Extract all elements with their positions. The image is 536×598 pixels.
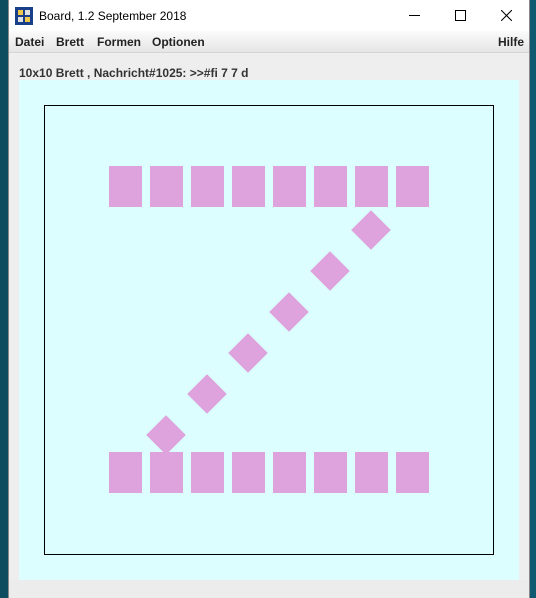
menu-bar: Datei Brett Formen Optionen Hilfe: [9, 31, 529, 53]
menu-formen[interactable]: Formen: [97, 35, 141, 49]
board-square-top-5[interactable]: [273, 166, 306, 207]
menu-hilfe[interactable]: Hilfe: [498, 35, 524, 49]
maximize-button[interactable]: [437, 0, 483, 31]
board-diamond-3[interactable]: [269, 292, 309, 332]
board-square-bottom-5[interactable]: [273, 452, 306, 493]
board-square-bottom-2[interactable]: [150, 452, 183, 493]
board-panel: [19, 80, 519, 580]
board-diamond-1[interactable]: [351, 210, 391, 250]
menu-optionen[interactable]: Optionen: [152, 35, 205, 49]
status-message: 10x10 Brett , Nachricht#1025: >>#fi 7 7 …: [19, 66, 249, 80]
window-title: Board, 1.2 September 2018: [39, 8, 187, 23]
board-square-top-1[interactable]: [109, 166, 142, 207]
board-diamond-4[interactable]: [228, 333, 268, 373]
board-square-bottom-6[interactable]: [314, 452, 347, 493]
board-square-top-8[interactable]: [396, 166, 429, 207]
minimize-button[interactable]: [391, 0, 437, 31]
board-diamond-6[interactable]: [146, 415, 186, 455]
board-square-top-3[interactable]: [191, 166, 224, 207]
menu-brett[interactable]: Brett: [56, 35, 84, 49]
board-diamond-5[interactable]: [187, 374, 227, 414]
content-area: 10x10 Brett , Nachricht#1025: >>#fi 7 7 …: [9, 54, 529, 598]
board-square-top-2[interactable]: [150, 166, 183, 207]
board-window: Board, 1.2 September 2018 Datei Brett Fo…: [8, 0, 530, 598]
board-diamond-2[interactable]: [310, 251, 350, 291]
board-square-top-4[interactable]: [232, 166, 265, 207]
minimize-icon: [408, 15, 420, 16]
board-app-icon: [15, 6, 33, 25]
window-controls: [391, 0, 529, 31]
board-square-bottom-4[interactable]: [232, 452, 265, 493]
window-bottom-edge: [9, 580, 529, 598]
board-square-bottom-8[interactable]: [396, 452, 429, 493]
board-square-bottom-1[interactable]: [109, 452, 142, 493]
board-square-top-7[interactable]: [355, 166, 388, 207]
board-square-bottom-7[interactable]: [355, 452, 388, 493]
board-square-bottom-3[interactable]: [191, 452, 224, 493]
close-icon: [500, 10, 512, 21]
menu-datei[interactable]: Datei: [15, 35, 44, 49]
board-square-top-6[interactable]: [314, 166, 347, 207]
maximize-icon: [454, 10, 466, 21]
board-frame[interactable]: [44, 105, 494, 555]
close-button[interactable]: [483, 0, 529, 31]
title-bar[interactable]: Board, 1.2 September 2018: [9, 0, 529, 31]
